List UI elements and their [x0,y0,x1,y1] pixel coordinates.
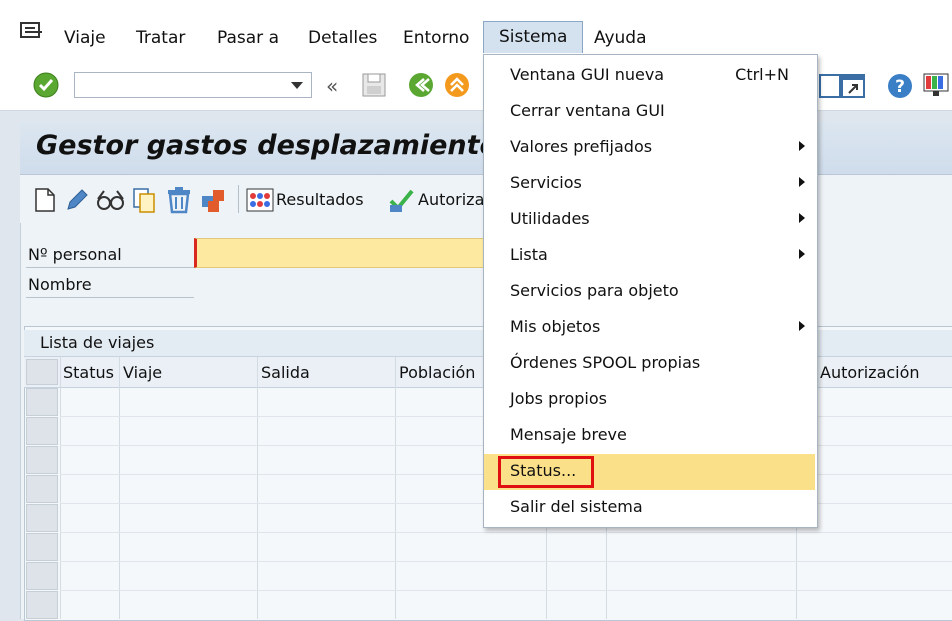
menu-entorno[interactable]: Entorno [403,26,469,50]
copy-objects-icon[interactable] [200,186,228,214]
table-column-divider [395,357,396,619]
menu-ayuda[interactable]: Ayuda [594,26,647,50]
menu-option-cerrar-ventana-gui[interactable]: Cerrar ventana GUI [484,94,815,130]
name-label-underline [26,297,194,298]
menu-option-label: Mensaje breve [510,425,627,444]
personal-number-label: Nº personal [28,245,122,264]
column-header-poblacion[interactable]: Población [399,363,475,382]
trip-table-caption: Lista de viajes [40,333,155,352]
menu-option-label: Ventana GUI nueva [510,65,665,84]
menu-option-valores-prefijados[interactable]: Valores prefijados [484,130,815,166]
menu-bar: Viaje Tratar Pasar a Detalles Entorno Si… [0,0,952,58]
name-label: Nombre [28,275,92,294]
new-session-icon[interactable] [840,73,868,101]
menu-option-label: Cerrar ventana GUI [510,101,665,120]
row-selector[interactable] [26,475,58,503]
collapse-chevron-icon[interactable]: « [326,74,338,98]
highlight-callout-box [498,456,594,488]
authorize-check-icon [389,189,414,212]
menu-option-salir-del-sistema[interactable]: Salir del sistema [484,490,815,526]
results-grid-icon [246,188,274,212]
svg-text:?: ? [895,77,905,97]
row-selector[interactable] [26,388,58,416]
menu-option-ordenes-spool-propias[interactable]: Órdenes SPOOL propias [484,346,815,382]
table-row-divider [60,590,952,591]
menu-option-label: Servicios [510,173,582,192]
menu-option-servicios[interactable]: Servicios [484,166,815,202]
personal-number-input[interactable] [194,238,494,268]
column-header-autorizacion[interactable]: Autorización [820,363,920,382]
column-header-viaje[interactable]: Viaje [123,363,162,382]
create-document-icon[interactable] [34,187,56,213]
submenu-arrow-icon [799,213,805,223]
delete-trash-icon[interactable] [166,186,192,214]
table-row-divider [60,532,952,533]
edit-pencil-icon[interactable] [64,187,90,213]
select-all-cell[interactable] [26,359,58,385]
column-header-salida[interactable]: Salida [261,363,310,382]
menu-option-label: Salir del sistema [510,497,643,516]
menu-option-mis-objetos[interactable]: Mis objetos [484,310,815,346]
menu-option-servicios-para-objeto[interactable]: Servicios para objeto [484,274,815,310]
menu-viaje[interactable]: Viaje [64,26,106,50]
row-selector[interactable] [26,562,58,590]
personal-label-underline [26,267,194,268]
help-icon[interactable]: ? [886,72,914,100]
menu-detalles[interactable]: Detalles [308,26,377,50]
submenu-arrow-icon [799,177,805,187]
enter-check-icon[interactable] [32,71,60,99]
menu-option-jobs-propios[interactable]: Jobs propios [484,382,815,418]
menu-option-label: Valores prefijados [510,137,653,156]
dropdown-arrow-icon[interactable] [291,82,303,90]
command-field[interactable] [74,72,312,98]
row-selector[interactable] [26,533,58,561]
menu-sistema[interactable]: Sistema [483,21,584,53]
menu-option-status[interactable]: Status... [484,454,815,490]
menu-option-mensaje-breve[interactable]: Mensaje breve [484,418,815,454]
menu-option-lista[interactable]: Lista [484,238,815,274]
menu-option-label: Jobs propios [510,389,607,408]
row-selector[interactable] [26,446,58,474]
menu-pasar-a[interactable]: Pasar a [217,26,279,50]
table-row-divider [60,561,952,562]
authorize-button-label: Autorizar [418,190,491,209]
row-selector[interactable] [26,417,58,445]
display-glasses-icon[interactable] [96,189,126,211]
menu-option-utilidades[interactable]: Utilidades [484,202,815,238]
sistema-dropdown-menu: Ventana GUI nueva Ctrl+N Cerrar ventana … [483,54,818,528]
menu-option-label: Órdenes SPOOL propias [510,353,701,372]
menu-option-label: Utilidades [510,209,590,228]
submenu-arrow-icon [799,249,805,259]
toolbar-separator [238,185,239,213]
customize-layout-icon[interactable] [922,71,950,99]
copy-icon[interactable] [132,187,158,213]
row-selector[interactable] [26,504,58,532]
menu-option-ventana-gui-nueva[interactable]: Ventana GUI nueva Ctrl+N [484,58,815,94]
exit-icon[interactable] [443,71,471,99]
menu-tratar[interactable]: Tratar [136,26,185,50]
results-button-label: Resultados [276,190,364,209]
sap-menu-icon[interactable] [20,22,44,42]
row-selector[interactable] [26,591,58,619]
column-header-status[interactable]: Status [63,363,114,382]
table-column-divider [119,357,120,619]
table-column-divider [60,357,61,619]
menu-option-label: Mis objetos [510,317,601,336]
save-icon[interactable] [360,71,388,99]
table-column-divider [257,357,258,619]
menu-option-shortcut: Ctrl+N [735,65,789,84]
page-title: Gestor gastos desplazamiento [36,130,499,161]
menu-option-label: Lista [510,245,548,264]
submenu-arrow-icon [799,321,805,331]
menu-option-label: Servicios para objeto [510,281,679,300]
back-icon[interactable] [407,71,435,99]
submenu-arrow-icon [799,141,805,151]
